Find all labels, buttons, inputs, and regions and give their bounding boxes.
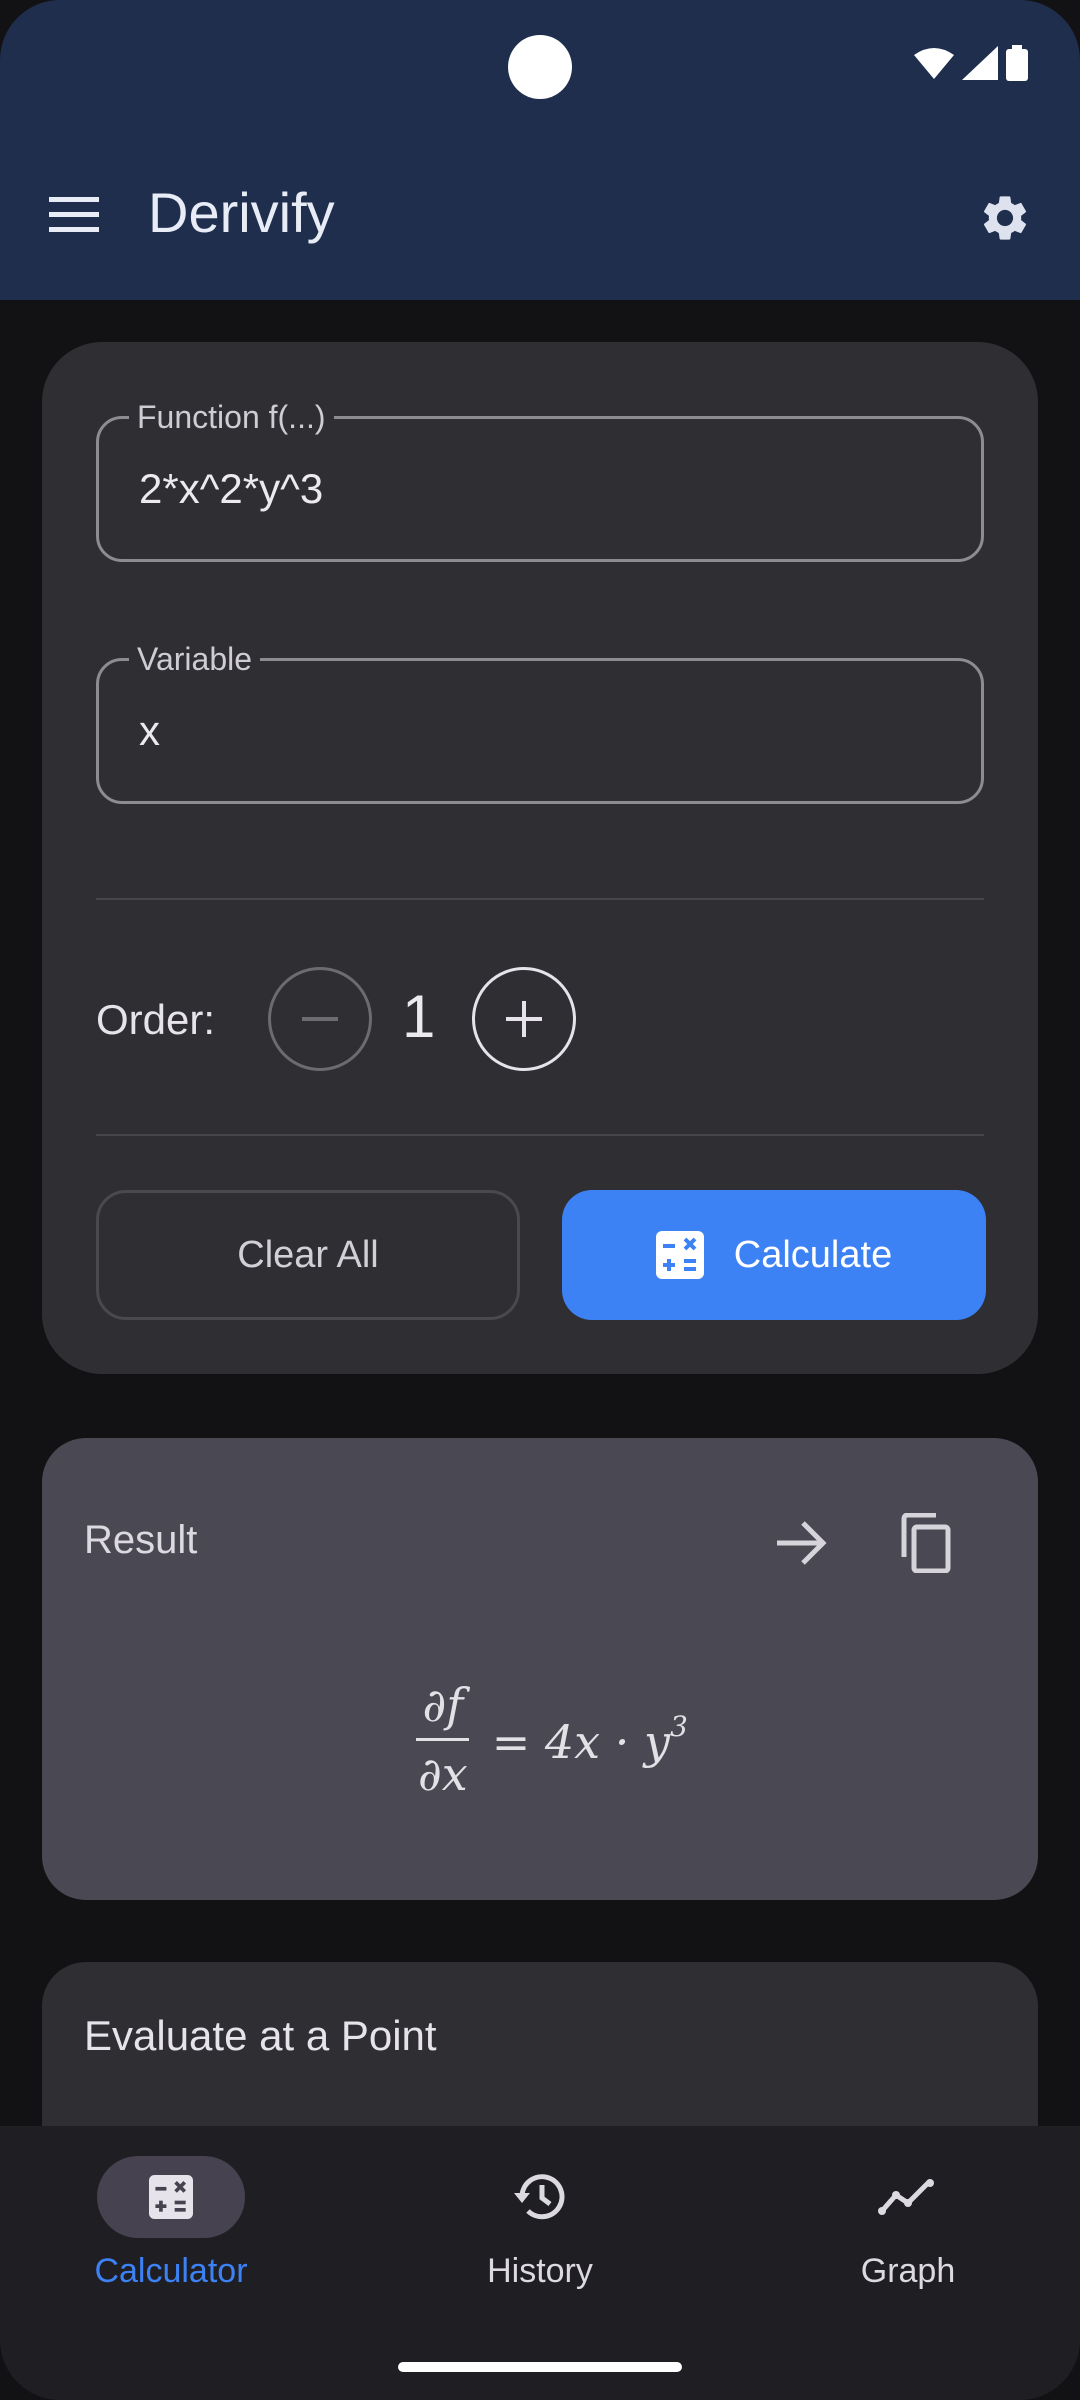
increase-order-button[interactable] [472, 967, 576, 1071]
nav-item-graph[interactable]: Graph [778, 2156, 1038, 2291]
copy-icon[interactable] [892, 1510, 958, 1576]
nav-label-graph: Graph [860, 2252, 956, 2290]
nav-label-calculator: Calculator [94, 2252, 248, 2290]
battery-icon [1006, 45, 1028, 81]
clear-all-button[interactable]: Clear All [96, 1190, 520, 1320]
decrease-order-button[interactable] [268, 967, 372, 1071]
input-card: Function f(...) 2*x^2*y^3 Variable x Ord… [42, 342, 1038, 1374]
top-app-bar: Derivify [0, 0, 1080, 300]
variable-input[interactable]: Variable x [96, 639, 984, 804]
wifi-icon [914, 48, 954, 79]
nav-active-indicator [97, 2156, 245, 2238]
nav-item-history[interactable]: History [410, 2156, 670, 2291]
calculate-button[interactable]: Calculate [562, 1190, 986, 1320]
variable-input-label: Variable [129, 639, 261, 679]
nav-icon-wrap [466, 2156, 614, 2238]
app-screen: Derivify Function f(...) 2*x^2*y^3 Varia… [0, 0, 1080, 2400]
variable-input-value[interactable]: x [139, 707, 160, 755]
calculate-label: Calculate [733, 1233, 893, 1276]
calculator-icon [655, 1231, 704, 1279]
minus-icon [302, 1017, 338, 1021]
function-input[interactable]: Function f(...) 2*x^2*y^3 [96, 397, 984, 562]
app-title: Derivify [148, 181, 335, 244]
status-icons [914, 45, 1028, 81]
home-indicator[interactable] [398, 2362, 682, 2372]
divider [96, 1134, 984, 1136]
derivative-fraction: ∂f ∂x [412, 1678, 474, 1801]
formula-denominator: ∂x [418, 1747, 468, 1801]
cellular-signal-icon [962, 46, 998, 80]
plus-icon [506, 1001, 542, 1037]
nav-icon-wrap [834, 2156, 982, 2238]
result-title: Result [84, 1518, 198, 1562]
order-label: Order: [96, 996, 216, 1043]
formula-rhs: = 4x · y3 [492, 1710, 688, 1769]
result-card: Result ∂f ∂x = 4x · y3 [42, 1438, 1038, 1900]
clear-all-label: Clear All [237, 1233, 379, 1276]
nav-item-calculator[interactable]: Calculator [41, 2156, 301, 2291]
function-input-label: Function f(...) [129, 397, 334, 437]
gear-icon[interactable] [972, 185, 1038, 251]
divider [96, 898, 984, 900]
formula-numerator: ∂f [416, 1678, 470, 1741]
formula-exponent: 3 [669, 1710, 688, 1743]
bottom-navigation: Calculator History Graph [0, 2126, 1080, 2400]
graph-icon [878, 2179, 934, 2215]
function-input-value[interactable]: 2*x^2*y^3 [139, 465, 323, 513]
arrow-right-icon[interactable] [768, 1510, 834, 1576]
calculator-icon [149, 2175, 193, 2219]
evaluate-title: Evaluate at a Point [84, 2012, 437, 2059]
order-value: 1 [402, 983, 436, 1050]
hamburger-menu-icon[interactable] [44, 185, 104, 245]
history-icon [514, 2174, 565, 2220]
camera-cutout [508, 35, 572, 99]
formula-rhs-text: = 4x · y [491, 1715, 670, 1769]
nav-label-history: History [487, 2252, 593, 2290]
result-formula: ∂f ∂x = 4x · y3 [412, 1678, 688, 1801]
